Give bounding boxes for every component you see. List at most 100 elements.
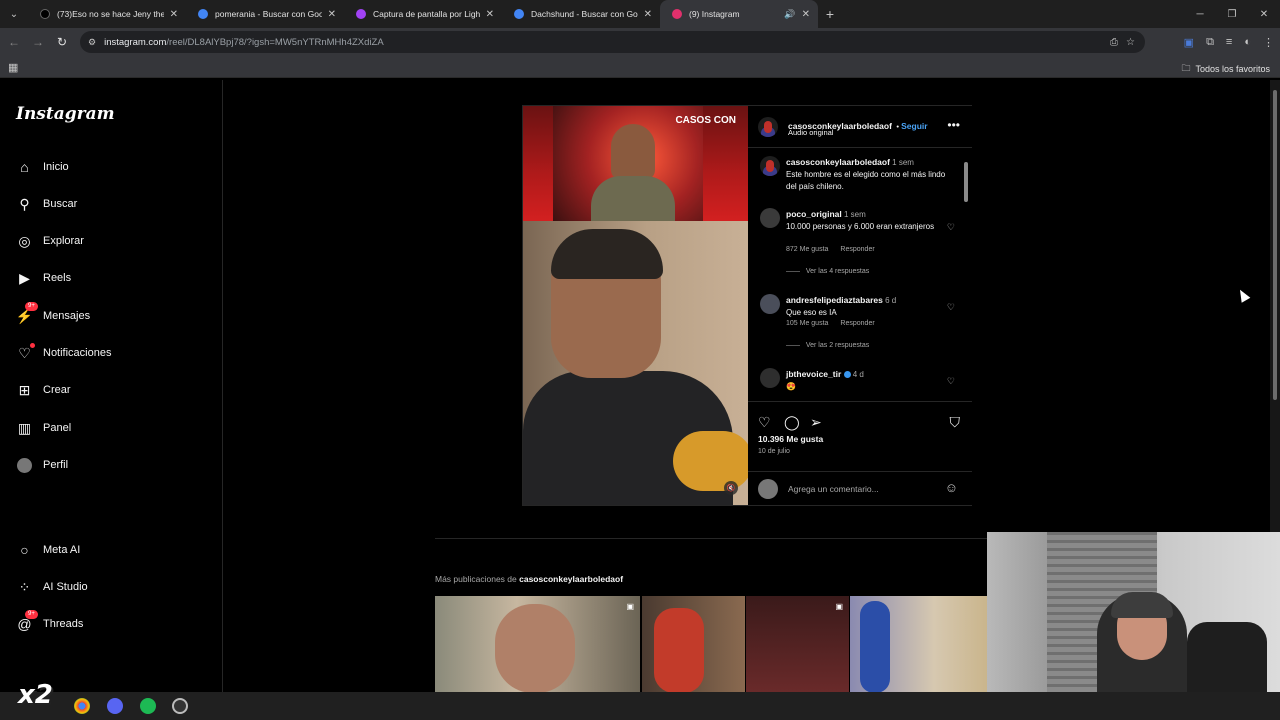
post-thumbnail[interactable] [850, 596, 990, 693]
comment-input[interactable]: Agrega un comentario... [788, 484, 879, 494]
sidebar-item-ai-studio[interactable]: ⁘ AI Studio [16, 576, 211, 598]
streamer-cap [1111, 592, 1173, 618]
reel-video[interactable]: CASOS CON 🔇 [523, 106, 748, 505]
comment-likes[interactable]: 872 Me gusta [786, 246, 828, 253]
sidebar-item-label: Crear [43, 384, 71, 396]
browser-tab[interactable]: Dachshund - Buscar con Google ✕ [502, 0, 660, 28]
sidebar-item-explorar[interactable]: ◎ Explorar [16, 230, 211, 252]
sidebar-item-threads[interactable]: @9+ Threads [16, 609, 211, 635]
comment-likes[interactable]: 105 Me gusta [786, 320, 828, 327]
caption-text: Este hombre es el elegido como el más li… [786, 170, 946, 191]
audio-link[interactable]: Audio original [788, 128, 833, 137]
instagram-logo[interactable]: Instagram [16, 104, 115, 124]
new-tab-icon[interactable]: + [818, 6, 842, 22]
sidebar-item-crear[interactable]: ⊞ Crear [16, 379, 211, 401]
sidebar-item-panel[interactable]: ▥ Panel [16, 417, 211, 439]
author-avatar[interactable] [760, 156, 780, 176]
commenter-avatar[interactable] [760, 294, 780, 314]
post-thumbnail[interactable]: ▣ [746, 596, 849, 693]
forward-icon[interactable]: → [26, 35, 50, 49]
comments-scrollbar[interactable] [963, 152, 969, 397]
extension-translate-icon[interactable]: ▣ [1184, 36, 1194, 49]
tab-title: (73)Eso no se hace Jeny the vo [57, 9, 164, 19]
back-icon[interactable]: ← [2, 35, 26, 49]
comment-username[interactable]: casosconkeylaarboledaof [786, 157, 890, 167]
sidebar-item-meta-ai[interactable]: ○ Meta AI [16, 539, 211, 561]
post-thumbnail[interactable]: ▣ [435, 596, 640, 693]
close-tab-icon[interactable]: ✕ [644, 9, 652, 20]
like-icon[interactable]: ♡ [758, 414, 771, 431]
post-thumbnail[interactable] [642, 596, 745, 693]
obs-taskbar-icon[interactable] [172, 698, 188, 714]
comment-icon[interactable]: ◯ [784, 414, 800, 431]
save-bookmark-icon[interactable]: ⛉ [950, 414, 961, 431]
media-control-icon[interactable]: ≡ [1226, 36, 1232, 48]
sidebar-item-label: Threads [43, 618, 84, 630]
minimize-icon[interactable]: ─ [1184, 0, 1216, 28]
author-avatar[interactable] [758, 117, 778, 137]
address-bar[interactable]: ⚙ instagram.com/reel/DL8AlYBpj78/?igsh=M… [80, 31, 1145, 53]
like-comment-icon[interactable]: ♡ [947, 222, 955, 233]
thumbnail-figure [495, 604, 575, 693]
like-comment-icon[interactable]: ♡ [947, 376, 955, 387]
close-tab-icon[interactable]: ✕ [486, 9, 494, 20]
sidebar-item-mensajes[interactable]: ⚡ 9+ Mensajes [16, 301, 211, 327]
comment-time: 1 sem [843, 210, 866, 219]
ring-icon: ○ [20, 542, 29, 558]
reply-button[interactable]: Responder [840, 246, 874, 253]
site-info-icon[interactable]: ⚙ [88, 37, 96, 48]
chart-icon: ▥ [17, 419, 32, 436]
browser-tab[interactable]: (73)Eso no se hace Jeny the vo ✕ [28, 0, 186, 28]
mute-icon[interactable]: 🔇 [724, 481, 738, 495]
close-tab-icon[interactable]: ✕ [328, 9, 336, 20]
view-replies[interactable]: —— Ver las 4 respuestas [786, 268, 869, 275]
sidebar-item-buscar[interactable]: ⚲ Buscar [16, 193, 211, 215]
close-tab-icon[interactable]: ✕ [170, 9, 178, 20]
sidebar-item-notificaciones[interactable]: ♡ Notificaciones [16, 342, 211, 364]
instagram-sidebar: Instagram ⌂ Inicio ⚲ Buscar ◎ Explorar ▶… [0, 80, 223, 692]
close-tab-icon[interactable]: ✕ [802, 9, 810, 20]
comment-username[interactable]: andresfelipediaztabares [786, 295, 883, 305]
browser-tab-active[interactable]: (9) Instagram 🔊 ✕ [660, 0, 818, 28]
browser-tab[interactable]: Captura de pantalla por Lightsh ✕ [344, 0, 502, 28]
commenter-avatar[interactable] [760, 208, 780, 228]
more-options-icon[interactable]: ••• [947, 118, 960, 132]
browser-menu-icon[interactable]: ⋮ [1263, 36, 1274, 49]
reload-icon[interactable]: ↻ [50, 35, 74, 49]
close-window-icon[interactable]: ✕ [1248, 0, 1280, 28]
follow-button[interactable]: Seguir [901, 121, 927, 131]
more-posts-label: Más publicaciones de [435, 574, 517, 584]
emoji-icon[interactable]: ☺ [945, 480, 958, 495]
browser-tab[interactable]: pomerania - Buscar con Google ✕ [186, 0, 344, 28]
extensions-icon[interactable]: ⧉ [1206, 36, 1214, 49]
commenter-avatar[interactable] [760, 368, 780, 388]
sidebar-item-perfil[interactable]: Perfil [16, 454, 211, 476]
profile-avatar-icon[interactable]: ◐ [1244, 36, 1251, 48]
spotify-taskbar-icon[interactable] [140, 698, 156, 714]
bookmark-star-icon[interactable]: ☆ [1126, 37, 1135, 48]
view-replies[interactable]: —— Ver las 2 respuestas [786, 342, 869, 349]
tab-title: Captura de pantalla por Lightsh [373, 9, 480, 19]
reply-button[interactable]: Responder [840, 320, 874, 327]
view-replies-label: Ver las 2 respuestas [805, 342, 870, 349]
comment-username[interactable]: jbthevoice_tir [786, 369, 841, 379]
unread-dot [30, 342, 35, 348]
restore-icon[interactable]: ❐ [1216, 0, 1248, 28]
apps-grid-icon[interactable]: ▦ [8, 61, 18, 74]
tab-search-icon[interactable]: ⌄ [0, 0, 28, 28]
sidebar-item-reels[interactable]: ▶ Reels [16, 267, 211, 289]
speaker-icon[interactable]: 🔊 [784, 9, 795, 20]
discord-taskbar-icon[interactable] [107, 698, 123, 714]
comment-username[interactable]: poco_original [786, 209, 842, 219]
like-count[interactable]: 10.396 Me gusta [758, 434, 823, 444]
caption-item: casosconkeylaarboledaof 1 sem Este hombr… [760, 156, 955, 196]
sidebar-item-inicio[interactable]: ⌂ Inicio [16, 156, 211, 178]
share-icon[interactable]: ➢ [810, 414, 822, 431]
bookmarks-folder-label: Todos los favoritos [1195, 64, 1270, 74]
like-comment-icon[interactable]: ♡ [947, 302, 955, 313]
install-app-icon[interactable]: ⎙ [1110, 37, 1118, 48]
all-bookmarks-button[interactable]: 🗀 Todos los favoritos [1181, 61, 1270, 77]
more-posts-username[interactable]: casosconkeylaarboledaof [519, 574, 623, 584]
chrome-taskbar-icon[interactable] [74, 698, 90, 714]
my-avatar [758, 479, 778, 499]
